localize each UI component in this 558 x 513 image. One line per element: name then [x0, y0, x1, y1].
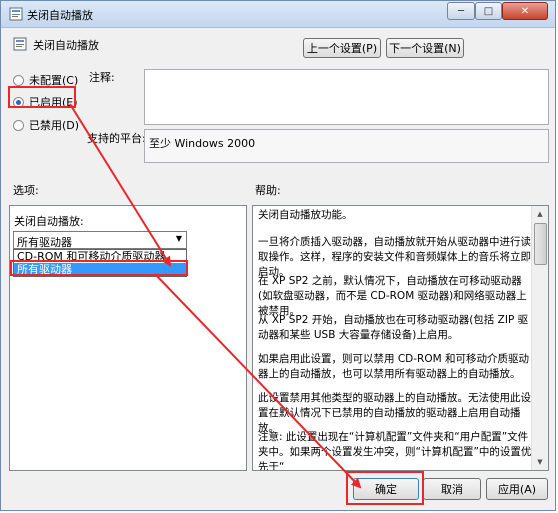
prev-setting-button[interactable]: 上一个设置(P)	[303, 38, 381, 58]
platform-box: 至少 Windows 2000	[144, 129, 549, 163]
autoplay-field-label: 关闭自动播放:	[14, 215, 84, 228]
maximize-button[interactable]: □	[475, 2, 502, 20]
title-bar[interactable]: 关闭自动播放 ─ □ ✕	[1, 1, 555, 28]
minimize-button[interactable]: ─	[447, 2, 475, 20]
platform-label: 支持的平台:	[87, 132, 146, 145]
radio-circle[interactable]	[13, 119, 24, 131]
select-value: 所有驱动器	[17, 236, 72, 249]
help-scrollbar[interactable]: ▲ ▼	[531, 206, 548, 470]
dialog-window: 关闭自动播放 ─ □ ✕ 关闭自动播放 上一个设置(P) 下一个设置(N) 未配…	[0, 0, 556, 511]
minimize-icon: ─	[457, 5, 465, 17]
radio-circle[interactable]	[13, 74, 24, 86]
annotation-box-ok	[346, 471, 424, 505]
maximize-icon: □	[483, 5, 494, 17]
comment-textarea[interactable]	[144, 69, 549, 125]
help-panel: 关闭自动播放功能。 一旦将介质插入驱动器，自动播放就开始从驱动器中进行读取操作。…	[252, 205, 549, 471]
annotation-box-all-drives	[10, 260, 188, 276]
policy-header-icon	[13, 37, 27, 51]
help-paragraph: 注意: 此设置出现在“计算机配置”文件夹和“用户配置”文件夹中。如果两个设置发生…	[258, 431, 532, 471]
help-paragraph: 如果启用此设置，则可以禁用 CD-ROM 和可移动介质驱动器上的自动播放，也可以…	[258, 353, 529, 380]
window-title: 关闭自动播放	[27, 9, 93, 22]
scroll-thumb[interactable]	[534, 223, 547, 265]
help-label: 帮助:	[255, 184, 281, 197]
help-paragraph: 从 XP SP2 开始，自动播放也在可移动驱动器(包括 ZIP 驱动器和某些 U…	[258, 314, 529, 341]
cancel-button[interactable]: 取消	[423, 478, 481, 500]
close-icon: ✕	[520, 5, 530, 17]
scroll-down-icon[interactable]: ▼	[532, 454, 548, 470]
platform-value: 至少 Windows 2000	[149, 137, 256, 150]
comment-label: 注释:	[89, 71, 115, 84]
radio-label: 已禁用(D)	[29, 119, 80, 132]
next-setting-button[interactable]: 下一个设置(N)	[386, 38, 464, 58]
annotation-box-enabled	[8, 86, 76, 108]
options-label: 选项:	[13, 184, 39, 197]
close-button[interactable]: ✕	[502, 2, 548, 20]
scroll-up-icon[interactable]: ▲	[532, 206, 548, 222]
radio-disabled[interactable]: 已禁用(D)	[13, 117, 79, 133]
autoplay-select[interactable]: 所有驱动器 ▼	[13, 231, 187, 249]
chevron-down-icon: ▼	[175, 234, 182, 243]
policy-header: 关闭自动播放	[33, 39, 99, 52]
apply-button[interactable]: 应用(A)	[486, 478, 548, 500]
help-paragraph: 关闭自动播放功能。	[258, 209, 353, 221]
policy-icon	[9, 7, 23, 21]
